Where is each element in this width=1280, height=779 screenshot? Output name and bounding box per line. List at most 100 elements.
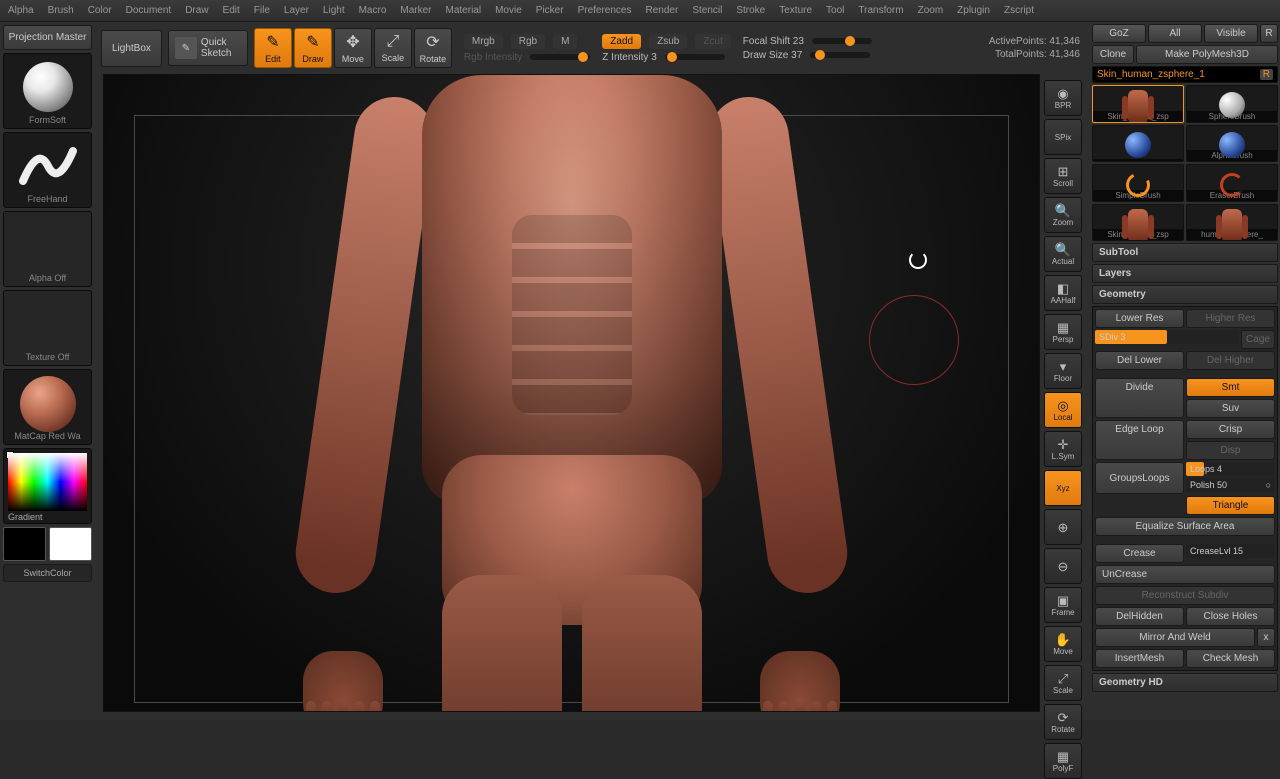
insertmesh-button[interactable]: InsertMesh [1095,649,1184,668]
zsub-button[interactable]: Zsub [649,34,687,49]
z-intensity-slider[interactable] [665,54,725,60]
delhidden-button[interactable]: DelHidden [1095,607,1184,626]
quick-sketch-button[interactable]: ✎ Quick Sketch [168,30,248,66]
make-polymesh-button[interactable]: Make PolyMesh3D [1136,45,1278,64]
menu-item[interactable]: Picker [536,5,564,16]
close-holes-button[interactable]: Close Holes [1186,607,1275,626]
draw-mode-button[interactable]: ✎Draw [294,28,332,68]
color-picker[interactable]: Gradient [3,448,92,524]
tool-thumb[interactable]: Skin_human_zsp [1092,204,1184,242]
menu-item[interactable]: Zplugin [957,5,990,16]
L.Sym-tool-button[interactable]: ✛L.Sym [1044,431,1082,467]
menu-item[interactable]: Color [88,5,112,16]
reconstruct-button[interactable]: Reconstruct Subdiv [1095,586,1275,605]
menu-item[interactable]: Stroke [736,5,765,16]
menu-item[interactable]: Document [126,5,172,16]
menu-item[interactable]: Material [446,5,482,16]
menu-item[interactable]: Brush [48,5,74,16]
polish-slider[interactable]: Polish 50○ [1186,478,1275,492]
m-button[interactable]: M [553,34,577,49]
switch-color-button[interactable]: SwitchColor [3,564,92,582]
sdiv-slider[interactable]: SDiv 3 [1095,330,1239,344]
Floor-tool-button[interactable]: ▾Floor [1044,353,1082,389]
disp-button[interactable]: Disp [1186,441,1275,460]
rgb-intensity-slider[interactable] [530,54,590,60]
AAHalf-tool-button[interactable]: ◧AAHalf [1044,275,1082,311]
menu-item[interactable]: Layer [284,5,309,16]
color-spectrum[interactable] [8,453,87,511]
equalize-button[interactable]: Equalize Surface Area [1095,517,1275,536]
subtool-section[interactable]: SubTool [1092,243,1278,262]
menu-item[interactable]: Tool [826,5,844,16]
clone-button[interactable]: Clone [1092,45,1134,64]
cage-button[interactable]: Cage [1241,330,1275,349]
brush-slot[interactable]: FormSoft [3,53,92,129]
lightbox-button[interactable]: LightBox [101,30,162,67]
Move-tool-button[interactable]: ✋Move [1044,626,1082,662]
r-button[interactable]: R [1260,24,1278,43]
tool-thumb[interactable]: SphereBrush [1186,85,1278,123]
tool-thumb[interactable]: Skin_human_zsp [1092,85,1184,123]
menu-item[interactable]: File [254,5,270,16]
crease-button[interactable]: Crease [1095,544,1184,563]
sculpt-mesh[interactable] [292,75,852,711]
geometry-hd-section[interactable]: Geometry HD [1092,673,1278,692]
Xyz-tool-button[interactable]: Xyz [1044,470,1082,506]
draw-size-slider[interactable] [810,52,870,58]
Actual-tool-button[interactable]: 🔍Actual [1044,236,1082,272]
tool-thumb[interactable]: EraserBrush [1186,164,1278,202]
tool-thumb[interactable]: human_zsphere_ [1186,204,1278,242]
layers-section[interactable]: Layers [1092,264,1278,283]
menu-item[interactable]: Render [646,5,679,16]
tool-thumb[interactable] [1092,125,1184,163]
groupsloops-button[interactable]: GroupsLoops [1095,462,1184,494]
geometry-section[interactable]: Geometry [1092,285,1278,304]
⊖-tool-button[interactable]: ⊖ [1044,548,1082,584]
Frame-tool-button[interactable]: ▣Frame [1044,587,1082,623]
all-button[interactable]: All [1148,24,1202,43]
Scroll-tool-button[interactable]: ⊞Scroll [1044,158,1082,194]
Persp-tool-button[interactable]: ▦Persp [1044,314,1082,350]
zcut-button[interactable]: Zcut [695,34,730,49]
edge-loop-button[interactable]: Edge Loop [1095,420,1184,460]
zadd-button[interactable]: Zadd [602,34,641,49]
mirror-x-button[interactable]: x [1257,628,1275,647]
⊕-tool-button[interactable]: ⊕ [1044,509,1082,545]
rgb-button[interactable]: Rgb [511,34,545,49]
triangle-button[interactable]: Triangle [1186,496,1275,515]
visible-button[interactable]: Visible [1204,24,1258,43]
mrgb-button[interactable]: Mrgb [464,34,503,49]
check-mesh-button[interactable]: Check Mesh [1186,649,1275,668]
smt-button[interactable]: Smt [1186,378,1275,397]
swatch-white[interactable] [49,527,92,561]
suv-button[interactable]: Suv [1186,399,1275,418]
crisp-button[interactable]: Crisp [1186,420,1275,439]
stroke-slot[interactable]: FreeHand [3,132,92,208]
menu-item[interactable]: Preferences [578,5,632,16]
creaselvl-slider[interactable]: CreaseLvl 15 [1186,544,1275,558]
menu-item[interactable]: Light [323,5,345,16]
tool-thumb[interactable]: AlphaBrush [1186,125,1278,163]
mirror-weld-button[interactable]: Mirror And Weld [1095,628,1255,647]
menu-item[interactable]: Zoom [918,5,944,16]
lower-res-button[interactable]: Lower Res [1095,309,1184,328]
BPR-tool-button[interactable]: ◉BPR [1044,80,1082,116]
uncrease-button[interactable]: UnCrease [1095,565,1275,584]
PolyF-tool-button[interactable]: ▦PolyF [1044,743,1082,779]
del-lower-button[interactable]: Del Lower [1095,351,1184,370]
scale-mode-button[interactable]: ⤢Scale [374,28,412,68]
current-tool-name[interactable]: Skin_human_zsphere_1R [1092,66,1278,83]
SPix-tool-button[interactable]: SPix [1044,119,1082,155]
menu-item[interactable]: Transform [858,5,903,16]
menu-item[interactable]: Texture [779,5,812,16]
move-mode-button[interactable]: ✥Move [334,28,372,68]
menu-item[interactable]: Movie [495,5,522,16]
Local-tool-button[interactable]: ◎Local [1044,392,1082,428]
material-slot[interactable]: MatCap Red Wa [3,369,92,445]
rotate-mode-button[interactable]: ⟳Rotate [414,28,452,68]
menu-item[interactable]: Marker [400,5,431,16]
menu-item[interactable]: Draw [185,5,208,16]
alpha-slot[interactable]: Alpha Off [3,211,92,287]
swatch-black[interactable] [3,527,46,561]
higher-res-button[interactable]: Higher Res [1186,309,1275,328]
